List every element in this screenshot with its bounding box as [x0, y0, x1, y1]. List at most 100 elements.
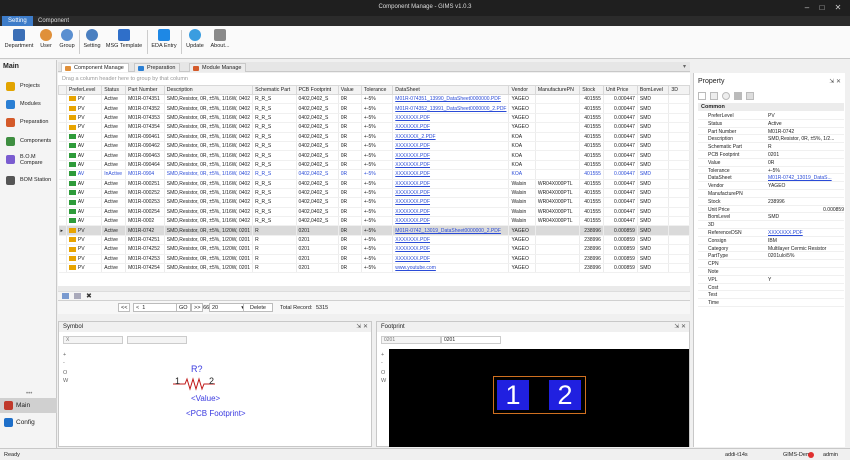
table-cell[interactable]: M01R-074352_13991_DataSheet0000000_2.PDF	[392, 103, 510, 114]
table-row[interactable]: AV Active M01R-090461 SMD,Resistor, 0R, ±5%…	[58, 132, 690, 142]
delete-button[interactable]: Delete	[243, 303, 273, 312]
grid-column-header[interactable]: ManufacturePN	[534, 85, 581, 95]
table-row[interactable]: PV Active M01R-074352 SMD,Resistor, 0R, ±5%…	[58, 103, 690, 114]
zoom-out-tool[interactable]: -	[381, 360, 383, 366]
property-value[interactable]: M01R-0742	[768, 129, 844, 135]
row-indicator[interactable]	[58, 188, 67, 199]
row-indicator[interactable]	[58, 263, 67, 274]
property-row[interactable]: Consign IBM	[698, 237, 844, 245]
datasheet-link[interactable]: M01R-074351_13990_DataSheet0000000.PDF	[395, 96, 501, 102]
table-row[interactable]: AV Active M01R-000251 SMD,Resistor, 0R, ±5%…	[58, 179, 690, 189]
grid-column-header[interactable]: Value	[337, 85, 362, 95]
zoom-out-tool[interactable]: -	[63, 360, 65, 366]
datasheet-link[interactable]: XXXXXXX.PDF	[395, 256, 430, 262]
table-cell[interactable]: XXXXXXX.PDF	[392, 113, 510, 124]
nav-item-bom-compare[interactable]: B.O.M Compare	[2, 152, 55, 172]
datasheet-link[interactable]: XXXXXXX_2.PDF	[395, 134, 435, 140]
nav-item-modules[interactable]: Modules	[2, 97, 55, 112]
datasheet-link[interactable]: XXXXXXX.PDF	[395, 162, 430, 168]
datasheet-link[interactable]: XXXXXXX.PDF	[395, 237, 430, 243]
row-indicator[interactable]	[58, 160, 67, 171]
footprint-canvas[interactable]: 1 2	[389, 349, 689, 447]
pin-icon[interactable]: ⇲ ✕	[674, 323, 686, 330]
nav-bottom-config[interactable]: Config	[0, 415, 57, 430]
property-value[interactable]: 0R	[768, 160, 844, 166]
group-by-panel[interactable]: Drag a column header here to group by th…	[58, 73, 690, 85]
check-icon[interactable]	[710, 92, 718, 100]
about-button[interactable]: About...	[208, 29, 232, 55]
property-value[interactable]: Multilayer Cermic Resistor	[768, 246, 844, 252]
row-indicator[interactable]	[58, 235, 67, 246]
row-indicator[interactable]	[58, 179, 67, 189]
property-value[interactable]: 238996	[768, 199, 844, 205]
row-indicator[interactable]	[58, 207, 67, 218]
property-value[interactable]: XXXXXXX.PDF	[768, 230, 844, 236]
property-value[interactable]: 0.000859	[768, 207, 844, 213]
table-cell[interactable]: XXXXXXX.PDF	[392, 207, 510, 218]
table-cell[interactable]: XXXXXXX.PDF	[392, 244, 510, 255]
property-row[interactable]: Description SMD,Resistor, 0R, ±5%, 1/2...	[698, 135, 844, 144]
department-button[interactable]: Department	[4, 29, 34, 55]
zoom-width-tool[interactable]: W	[381, 378, 386, 384]
datasheet-link[interactable]: XXXXXXX.PDF	[395, 190, 430, 196]
property-value[interactable]: YAGEO	[768, 183, 844, 189]
property-row[interactable]: VPL Y	[698, 276, 844, 284]
property-row[interactable]: PCB Footprint 0201	[698, 151, 844, 159]
table-row[interactable]: AV Active M01R-090463 SMD,Resistor, 0R, ±5%…	[58, 150, 690, 161]
property-value[interactable]: 0201	[768, 152, 844, 158]
save-icon[interactable]	[734, 92, 742, 100]
property-row[interactable]: PreferLevel PV	[698, 112, 844, 120]
tab-preparation[interactable]: Preparation	[134, 63, 181, 72]
user-button[interactable]: User	[37, 29, 55, 55]
setting-button[interactable]: Setting	[81, 29, 103, 55]
row-indicator[interactable]	[58, 141, 67, 152]
pin-icon[interactable]: ⇲ ✕	[356, 323, 368, 330]
table-row[interactable]: PV Active M01R-074252 SMD,Resistor, 0R, ±5%…	[58, 244, 690, 255]
datasheet-link[interactable]: XXXXXXX.PDF	[395, 115, 430, 121]
row-indicator[interactable]	[58, 216, 67, 227]
property-row[interactable]: Category Multilayer Cermic Resistor	[698, 245, 844, 253]
property-row[interactable]: Cost	[698, 284, 844, 292]
grid-column-header[interactable]: Status	[101, 85, 127, 95]
first-page-button[interactable]: <<	[118, 303, 131, 312]
row-indicator[interactable]	[58, 244, 67, 255]
symbol-library-select[interactable]: X	[63, 336, 123, 344]
tab-list-chevron-icon[interactable]: ▾	[683, 63, 686, 70]
table-cell[interactable]: XXXXXXX_2.PDF	[392, 132, 510, 142]
table-cell[interactable]: XXXXXXX.PDF	[392, 122, 510, 133]
eda-entry-button[interactable]: EDA Entry	[149, 29, 179, 55]
datasheet-link[interactable]: XXXXXXX.PDF	[395, 181, 430, 187]
datasheet-link[interactable]: M01R-074352_13991_DataSheet0000000_2.PDF	[395, 106, 506, 112]
grid-column-header[interactable]: Vendor	[508, 85, 536, 95]
close-button[interactable]: ✕	[831, 2, 845, 14]
column-chooser-icon[interactable]	[74, 293, 81, 299]
row-indicator[interactable]	[58, 169, 67, 180]
datasheet-link[interactable]: M01R-0742_13019_DataSheet0000000_2.PDF	[395, 228, 501, 234]
property-row[interactable]: Note	[698, 268, 844, 276]
zoom-fit-tool[interactable]: O	[63, 370, 67, 376]
grid-column-header[interactable]: Description	[163, 85, 254, 95]
datasheet-link[interactable]: XXXXXXX.PDF	[395, 199, 430, 205]
ribbon-tab-setting[interactable]: Setting	[2, 16, 33, 26]
grid-column-header[interactable]: PCB Footprint	[295, 85, 339, 95]
property-row[interactable]: CPN	[698, 260, 844, 268]
table-cell[interactable]: XXXXXXX.PDF	[392, 160, 510, 171]
property-value[interactable]: 0201ulo\5%	[768, 253, 844, 259]
page-size-select[interactable]: 20▾	[209, 303, 247, 312]
nav-splitter-grip[interactable]: •••	[26, 391, 32, 397]
property-row[interactable]: DataSheet M01R-0742_13019_DataS...	[698, 174, 844, 183]
refresh-icon[interactable]	[722, 92, 730, 100]
minimize-button[interactable]: –	[800, 2, 814, 14]
property-value[interactable]: Active	[768, 121, 844, 127]
property-row[interactable]: Time	[698, 299, 844, 307]
tab-component-manage[interactable]: Component Manage	[61, 63, 129, 72]
grid-column-header[interactable]: Schematic Part	[252, 85, 297, 95]
grid-column-header[interactable]: PreferLevel	[65, 85, 103, 95]
nav-item-preparation[interactable]: Preparation	[2, 115, 55, 130]
property-row[interactable]: Vendor YAGEO	[698, 182, 844, 190]
table-cell[interactable]: XXXXXXX.PDF	[392, 235, 510, 246]
property-value[interactable]: SMD,Resistor, 0R, ±5%, 1/2...	[768, 136, 844, 142]
grid-column-header[interactable]: Tolerance	[360, 85, 394, 95]
row-indicator[interactable]	[58, 103, 67, 114]
datasheet-link[interactable]: XXXXXXX.PDF	[395, 218, 430, 224]
